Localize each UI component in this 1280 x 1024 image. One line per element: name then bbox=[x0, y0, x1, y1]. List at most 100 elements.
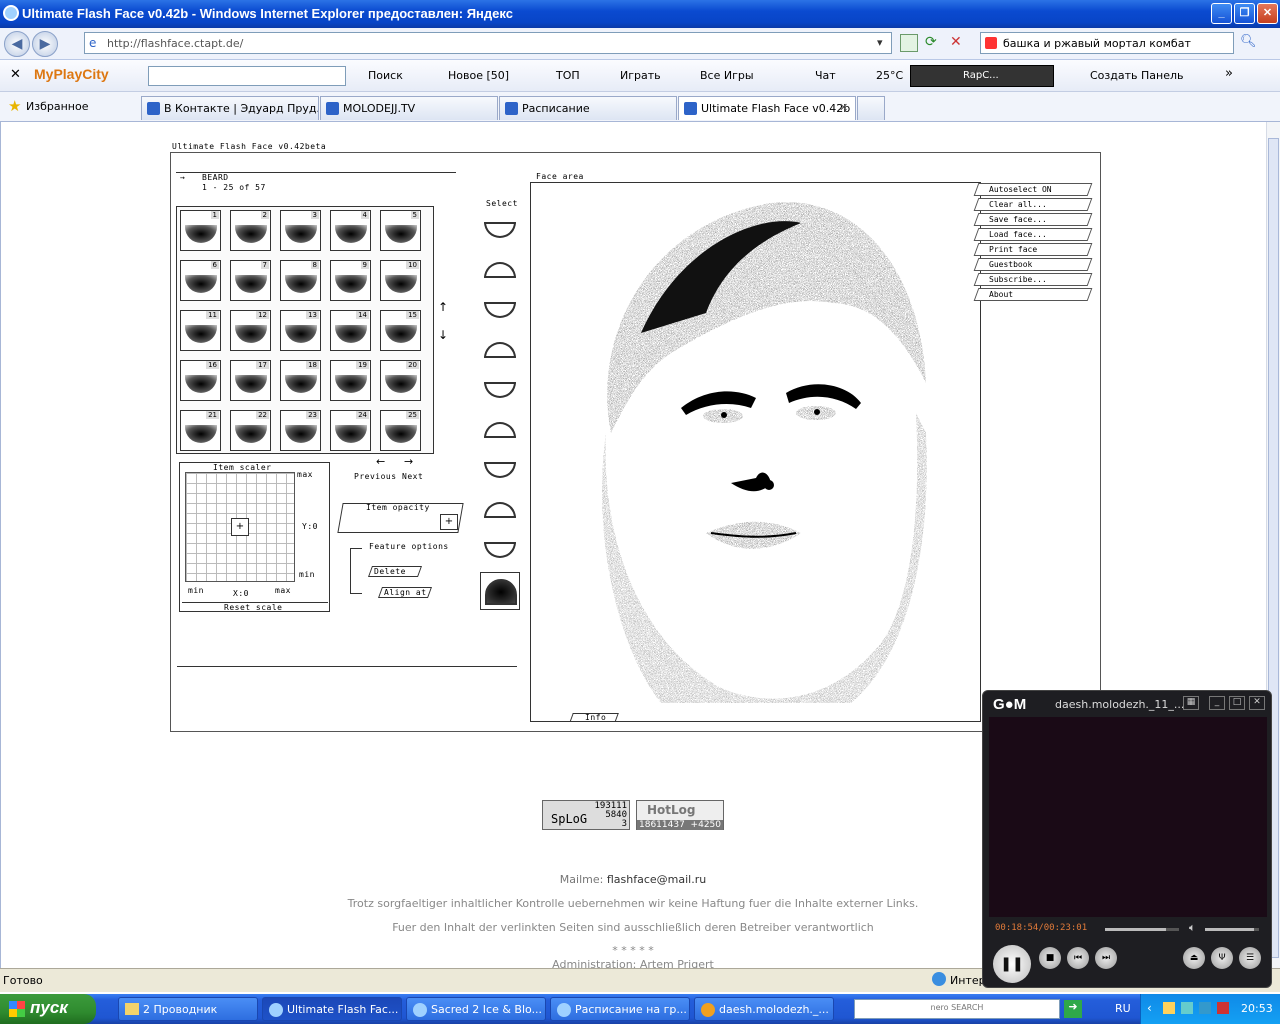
previous-button[interactable]: Previous bbox=[354, 472, 397, 481]
mail-link[interactable]: flashface@mail.ru bbox=[607, 873, 706, 886]
beard-cell[interactable]: 15 bbox=[380, 310, 421, 351]
beard-cell[interactable]: 11 bbox=[180, 310, 221, 351]
gom-minimize-button[interactable]: _ bbox=[1209, 696, 1225, 710]
select-mustache[interactable] bbox=[480, 452, 520, 490]
beard-cell[interactable]: 8 bbox=[280, 260, 321, 301]
playlist-button[interactable]: ☰ bbox=[1239, 947, 1261, 969]
volume-bar[interactable] bbox=[1205, 928, 1259, 931]
beard-cell[interactable]: 22 bbox=[230, 410, 271, 451]
minimize-button[interactable]: _ bbox=[1211, 3, 1232, 24]
toolbar-logo[interactable]: MyPlayCity bbox=[34, 66, 109, 82]
splog-counter[interactable]: 193111 5840 3 SpLoG bbox=[542, 800, 630, 830]
beard-cell[interactable]: 10 bbox=[380, 260, 421, 301]
beard-cell[interactable]: 14 bbox=[330, 310, 371, 351]
compat-icon[interactable] bbox=[900, 34, 918, 52]
beard-cell[interactable]: 6 bbox=[180, 260, 221, 301]
beard-cell[interactable]: 23 bbox=[280, 410, 321, 451]
toolbar-item[interactable]: Играть bbox=[620, 69, 661, 82]
more-icon[interactable]: » bbox=[1225, 66, 1233, 81]
select-brows[interactable] bbox=[480, 292, 520, 330]
menu-item[interactable]: Autoselect ON bbox=[973, 183, 1093, 196]
beard-cell[interactable]: 16 bbox=[180, 360, 221, 401]
stop-icon[interactable]: ✕ bbox=[950, 34, 968, 52]
tray-app-icon[interactable] bbox=[1163, 1002, 1175, 1014]
beard-cell[interactable]: 3 bbox=[280, 210, 321, 251]
beard-cell[interactable]: 1 bbox=[180, 210, 221, 251]
speaker-icon[interactable]: 🔈︎ bbox=[1189, 921, 1196, 935]
nero-go-button[interactable]: ➜ bbox=[1064, 1000, 1082, 1018]
toolbar-item[interactable]: ТОП bbox=[556, 69, 580, 82]
beard-cell[interactable]: 17 bbox=[230, 360, 271, 401]
select-mouth[interactable] bbox=[480, 492, 520, 530]
select-beard[interactable] bbox=[480, 572, 520, 610]
toolbar-item[interactable]: Новое [50] bbox=[448, 69, 509, 82]
seek-bar[interactable] bbox=[1105, 928, 1179, 931]
toolbar-item[interactable]: Все Игры bbox=[700, 69, 754, 82]
close-button[interactable]: ✕ bbox=[1257, 3, 1278, 24]
search-icon[interactable]: 🔍︎ bbox=[1240, 34, 1257, 49]
menu-item[interactable]: Print face bbox=[973, 243, 1093, 256]
face-area[interactable]: Info bbox=[530, 182, 981, 722]
beard-cell[interactable]: 2 bbox=[230, 210, 271, 251]
beard-cell[interactable]: 13 bbox=[280, 310, 321, 351]
stop-button[interactable]: ■ bbox=[1039, 947, 1061, 969]
tab-vkontakte[interactable]: В Контакте | Эдуард Пруд... bbox=[141, 96, 319, 120]
toolbar-item[interactable]: 25°C bbox=[876, 69, 903, 82]
task-gom[interactable]: daesh.molodezh._... bbox=[694, 997, 834, 1021]
control-panel-button[interactable]: Ψ bbox=[1211, 947, 1233, 969]
menu-item[interactable]: Save face... bbox=[973, 213, 1093, 226]
tray-app-icon[interactable] bbox=[1199, 1002, 1211, 1014]
back-button[interactable]: ◀ bbox=[4, 31, 30, 57]
window-title-bar[interactable]: Ultimate Flash Face v0.42b - Windows Int… bbox=[0, 0, 1280, 28]
menu-item[interactable]: Clear all... bbox=[973, 198, 1093, 211]
gom-close-button[interactable]: ✕ bbox=[1249, 696, 1265, 710]
tray-chevron-icon[interactable]: ‹ bbox=[1147, 1001, 1152, 1015]
tab-schedule[interactable]: Расписание bbox=[499, 96, 677, 120]
beard-cell[interactable]: 4 bbox=[330, 210, 371, 251]
task-ie-schedule[interactable]: Расписание на гр... bbox=[550, 997, 690, 1021]
reset-scale-button[interactable]: Reset scale bbox=[182, 602, 328, 612]
gom-player-window[interactable]: G●M daesh.molodezh._11_... ▦ _ □ ✕ 00:18… bbox=[982, 690, 1272, 988]
menu-item[interactable]: Guestbook bbox=[973, 258, 1093, 271]
beard-cell[interactable]: 18 bbox=[280, 360, 321, 401]
toolbar-item[interactable]: Создать Панель bbox=[1090, 69, 1183, 82]
beard-cell[interactable]: 9 bbox=[330, 260, 371, 301]
language-indicator[interactable]: RU bbox=[1115, 1002, 1131, 1015]
search-input[interactable]: башка и ржавый мортал комбат bbox=[980, 32, 1234, 54]
toolbar-item[interactable]: Чат bbox=[815, 69, 836, 82]
refresh-icon[interactable]: ⟳ bbox=[925, 34, 943, 52]
task-ie-flashface[interactable]: Ultimate Flash Fac... bbox=[262, 997, 402, 1021]
tab-molodejj[interactable]: MOLODEJJ.TV bbox=[320, 96, 498, 120]
radio-player-widget[interactable]: RapC... bbox=[910, 65, 1054, 87]
select-nose[interactable] bbox=[480, 412, 520, 450]
toolbar-search-input[interactable] bbox=[148, 66, 346, 86]
new-tab-button[interactable] bbox=[857, 96, 885, 120]
close-toolbar-icon[interactable]: ✕ bbox=[10, 67, 21, 82]
toolbar-item[interactable]: Поиск bbox=[368, 69, 403, 82]
tray-app-icon[interactable] bbox=[1181, 1002, 1193, 1014]
forward-button[interactable]: ▶ bbox=[32, 31, 58, 57]
menu-item[interactable]: About bbox=[973, 288, 1093, 301]
eject-button[interactable]: ⏏︎ bbox=[1183, 947, 1205, 969]
previous-arrow-icon[interactable]: ← bbox=[376, 455, 385, 468]
select-glasses[interactable] bbox=[480, 332, 520, 370]
chevron-down-icon[interactable]: ▾ bbox=[877, 36, 883, 49]
next-arrow-icon[interactable]: → bbox=[404, 455, 413, 468]
beard-cell[interactable]: 12 bbox=[230, 310, 271, 351]
beard-cell[interactable]: 20 bbox=[380, 360, 421, 401]
beard-cell[interactable]: 21 bbox=[180, 410, 221, 451]
tab-close-icon[interactable]: ✕ bbox=[839, 101, 848, 114]
task-ie-sacred[interactable]: Sacred 2 Ice & Blo... bbox=[406, 997, 546, 1021]
tab-flashface[interactable]: Ultimate Flash Face v0.42b ✕ bbox=[678, 96, 856, 120]
beard-cell[interactable]: 5 bbox=[380, 210, 421, 251]
beard-cell[interactable]: 24 bbox=[330, 410, 371, 451]
beard-cell[interactable]: 7 bbox=[230, 260, 271, 301]
url-input[interactable]: e http://flashface.ctapt.de/ ▾ bbox=[84, 32, 892, 54]
start-button[interactable]: пуск bbox=[0, 994, 96, 1024]
gom-settings-button[interactable]: ▦ bbox=[1183, 696, 1199, 710]
next-button-gom[interactable]: ⏭︎ bbox=[1095, 947, 1117, 969]
favorites-button[interactable]: Избранное bbox=[26, 100, 88, 113]
task-explorer[interactable]: 2 Проводник bbox=[118, 997, 258, 1021]
menu-item[interactable]: Load face... bbox=[973, 228, 1093, 241]
play-pause-button[interactable]: ❚❚ bbox=[993, 945, 1031, 983]
